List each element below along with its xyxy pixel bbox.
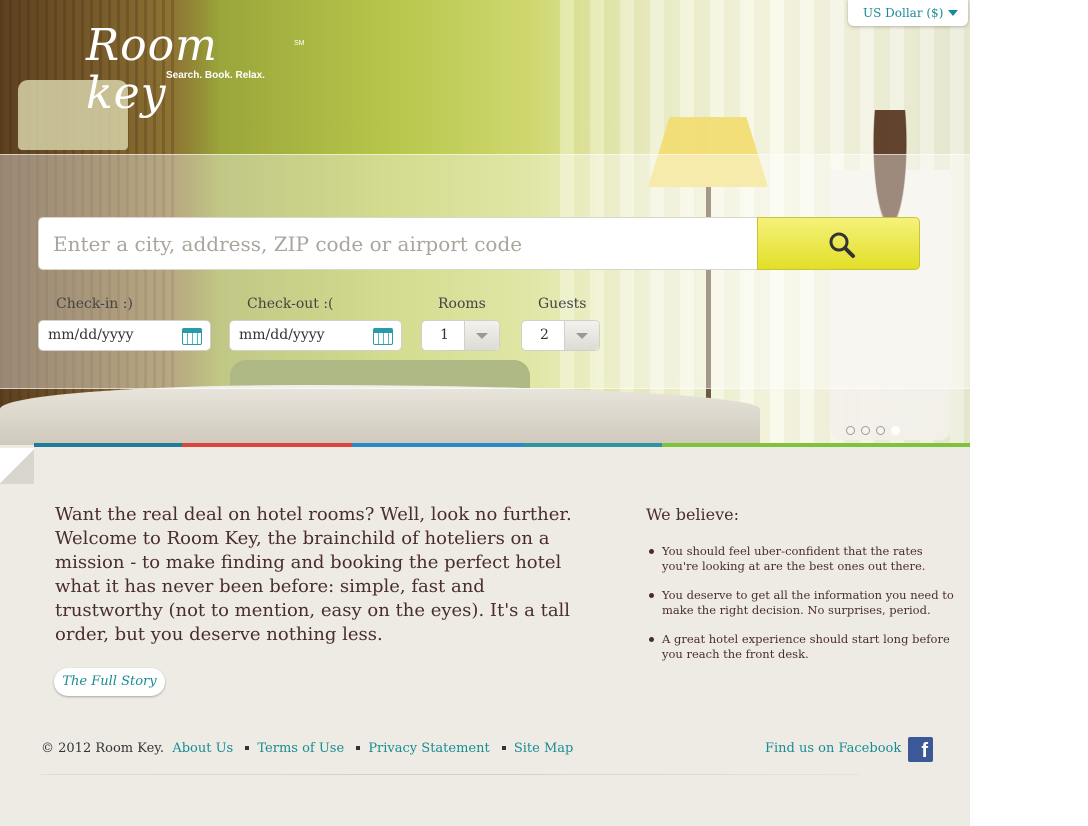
guests-label: Guests bbox=[538, 296, 587, 312]
carousel-dot[interactable] bbox=[876, 426, 885, 435]
logo-service-mark: SM bbox=[294, 40, 305, 47]
checkin-label: Check-in :) bbox=[56, 296, 133, 312]
copyright-text: © 2012 Room Key. bbox=[41, 741, 165, 756]
footer-link-privacy[interactable]: Privacy Statement bbox=[368, 741, 489, 756]
facebook-link[interactable]: Find us on Facebook bbox=[765, 741, 901, 756]
carousel-dot[interactable] bbox=[861, 426, 870, 435]
rooms-label: Rooms bbox=[438, 296, 486, 312]
chevron-down-icon bbox=[576, 333, 588, 339]
belief-item: You should feel uber-confident that the … bbox=[646, 544, 956, 574]
stripe-segment bbox=[182, 443, 352, 447]
chevron-down-icon bbox=[948, 10, 958, 16]
page-corner-fold bbox=[0, 448, 34, 484]
guests-value: 2 bbox=[540, 327, 549, 343]
destination-search-input[interactable] bbox=[38, 217, 758, 270]
footer-links: © 2012 Room Key. About Us Terms of Use P… bbox=[41, 741, 573, 756]
we-believe-title: We believe: bbox=[646, 505, 740, 524]
rooms-select[interactable]: 1 bbox=[421, 320, 500, 351]
color-stripe bbox=[34, 443, 970, 447]
carousel-dot[interactable] bbox=[846, 426, 855, 435]
stripe-segment bbox=[34, 443, 182, 447]
checkout-label: Check-out :( bbox=[247, 296, 334, 312]
checkin-date-value: mm/dd/yyyy bbox=[48, 327, 134, 343]
search-icon bbox=[829, 232, 855, 258]
rooms-value: 1 bbox=[440, 327, 449, 343]
footer-link-site-map[interactable]: Site Map bbox=[514, 741, 574, 756]
facebook-icon[interactable]: f bbox=[908, 737, 933, 762]
stripe-segment bbox=[524, 443, 662, 447]
checkin-date-field[interactable]: mm/dd/yyyy bbox=[38, 320, 211, 351]
footer-separator bbox=[501, 745, 506, 750]
footer-separator bbox=[356, 745, 361, 750]
logo-tagline: Search. Book. Relax. bbox=[166, 70, 265, 81]
guests-dropdown-toggle[interactable] bbox=[564, 321, 599, 350]
hero-photo: Room key SM Search. Book. Relax. US Doll… bbox=[0, 0, 970, 445]
carousel-dot[interactable] bbox=[891, 426, 900, 435]
search-band bbox=[0, 154, 970, 389]
calendar-icon[interactable] bbox=[373, 328, 393, 345]
belief-item: A great hotel experience should start lo… bbox=[646, 632, 956, 662]
beliefs-list: You should feel uber-confident that the … bbox=[646, 544, 956, 676]
stripe-segment bbox=[662, 443, 970, 447]
belief-item: You deserve to get all the information y… bbox=[646, 588, 956, 618]
currency-selector[interactable]: US Dollar ($) bbox=[848, 0, 968, 26]
currency-label: US Dollar ($) bbox=[863, 6, 944, 20]
guests-select[interactable]: 2 bbox=[521, 320, 600, 351]
intro-paragraph: Want the real deal on hotel rooms? Well,… bbox=[55, 504, 572, 645]
full-story-button[interactable]: The Full Story bbox=[54, 668, 165, 696]
footer-link-about-us[interactable]: About Us bbox=[172, 741, 233, 756]
rooms-dropdown-toggle[interactable] bbox=[464, 321, 499, 350]
checkout-date-value: mm/dd/yyyy bbox=[239, 327, 325, 343]
stripe-segment bbox=[352, 443, 524, 447]
search-button[interactable] bbox=[757, 217, 920, 270]
checkout-date-field[interactable]: mm/dd/yyyy bbox=[229, 320, 402, 351]
footer-divider bbox=[41, 774, 859, 775]
footer-link-terms[interactable]: Terms of Use bbox=[257, 741, 344, 756]
chevron-down-icon bbox=[476, 333, 488, 339]
room-key-logo[interactable]: Room key SM Search. Book. Relax. bbox=[86, 22, 306, 118]
calendar-icon[interactable] bbox=[182, 328, 202, 345]
page: Room key SM Search. Book. Relax. US Doll… bbox=[0, 0, 970, 826]
footer-separator bbox=[245, 745, 250, 750]
hero-bed bbox=[0, 385, 760, 445]
carousel-dots bbox=[846, 420, 906, 435]
